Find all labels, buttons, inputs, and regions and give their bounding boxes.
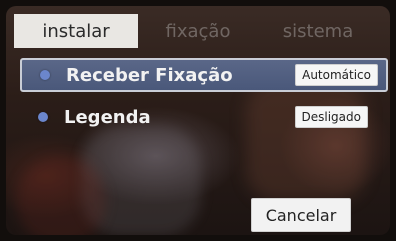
bullet-icon [40, 70, 50, 80]
menu-item-value: Desligado [294, 106, 368, 128]
tab-fixacao[interactable]: fixação [138, 14, 258, 48]
bullet-icon [38, 112, 48, 122]
menu-item-value: Automático [295, 64, 378, 86]
cancel-button[interactable]: Cancelar [251, 198, 351, 232]
tab-instalar[interactable]: instalar [14, 14, 138, 48]
menu-item-label: Legenda [64, 106, 151, 128]
tv-frame: instalar fixação sistema Receber Fixação… [0, 0, 396, 241]
tab-bar: instalar fixação sistema [14, 14, 378, 48]
tv-screen: instalar fixação sistema Receber Fixação… [6, 6, 390, 235]
menu-item-legenda[interactable]: Legenda Desligado [20, 100, 388, 134]
tab-sistema[interactable]: sistema [258, 14, 378, 48]
menu-item-receber-fixacao[interactable]: Receber Fixação Automático [20, 58, 388, 92]
settings-menu: Receber Fixação Automático Legenda Desli… [20, 58, 388, 142]
menu-item-label: Receber Fixação [66, 64, 233, 86]
